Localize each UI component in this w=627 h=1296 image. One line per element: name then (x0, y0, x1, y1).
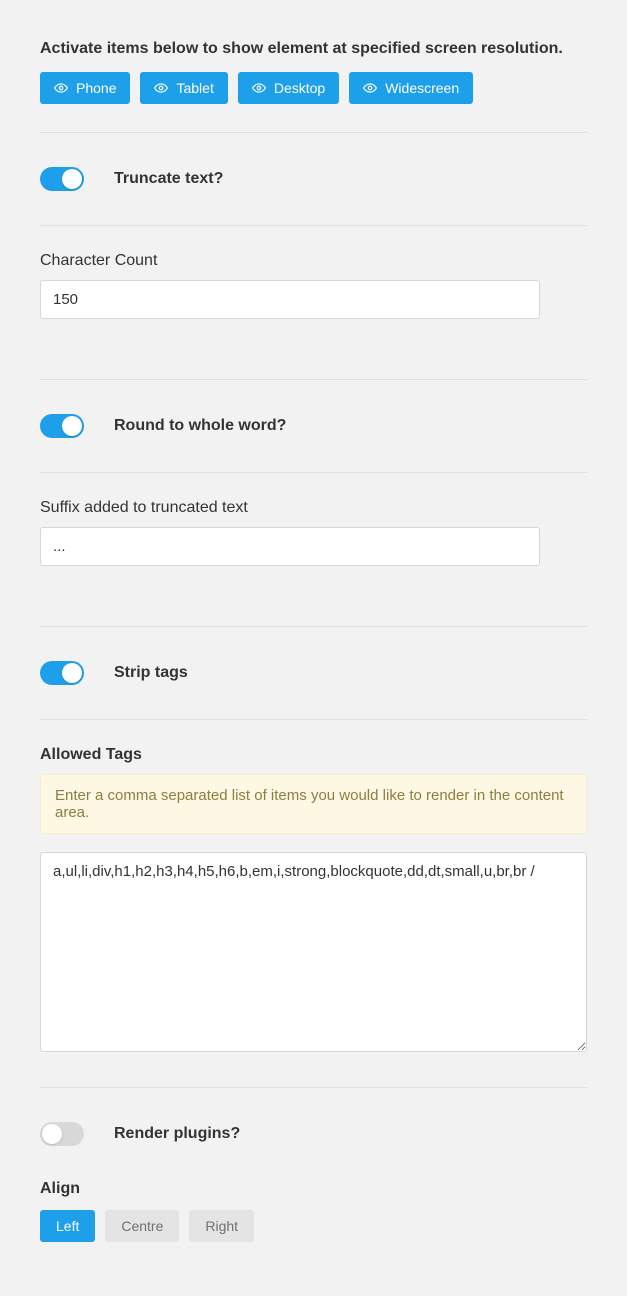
allowed-tags-textarea[interactable] (40, 852, 587, 1052)
align-centre-button[interactable]: Centre (105, 1210, 179, 1242)
round-word-toggle-label: Round to whole word? (114, 417, 286, 435)
character-count-input[interactable] (40, 280, 540, 319)
render-plugins-toggle-label: Render plugins? (114, 1125, 240, 1143)
eye-icon (154, 81, 168, 95)
truncate-toggle-label: Truncate text? (114, 170, 223, 188)
suffix-field: Suffix added to truncated text (40, 499, 587, 566)
instruction-heading: Activate items below to show element at … (40, 40, 587, 58)
strip-tags-toggle-label: Strip tags (114, 664, 188, 682)
render-plugins-toggle-row: Render plugins? (40, 1088, 587, 1180)
align-field: Align Left Centre Right (40, 1180, 587, 1242)
divider (40, 225, 587, 226)
suffix-label: Suffix added to truncated text (40, 499, 587, 517)
widescreen-button[interactable]: Widescreen (349, 72, 473, 104)
strip-tags-toggle-row: Strip tags (40, 627, 587, 719)
eye-icon (252, 81, 266, 95)
align-label: Align (40, 1180, 587, 1198)
round-word-toggle[interactable] (40, 414, 84, 438)
eye-icon (54, 81, 68, 95)
divider (40, 719, 587, 720)
tablet-button[interactable]: Tablet (140, 72, 227, 104)
truncate-toggle-row: Truncate text? (40, 133, 587, 225)
round-word-toggle-row: Round to whole word? (40, 380, 587, 472)
suffix-input[interactable] (40, 527, 540, 566)
phone-button[interactable]: Phone (40, 72, 130, 104)
character-count-field: Character Count (40, 252, 587, 319)
divider (40, 472, 587, 473)
truncate-toggle[interactable] (40, 167, 84, 191)
allowed-tags-field: Allowed Tags Enter a comma separated lis… (40, 746, 587, 1057)
render-plugins-toggle[interactable] (40, 1122, 84, 1146)
strip-tags-toggle[interactable] (40, 661, 84, 685)
allowed-tags-hint: Enter a comma separated list of items yo… (40, 774, 587, 834)
align-options: Left Centre Right (40, 1210, 587, 1242)
desktop-button[interactable]: Desktop (238, 72, 339, 104)
button-label: Widescreen (385, 80, 459, 96)
button-label: Desktop (274, 80, 325, 96)
align-right-button[interactable]: Right (189, 1210, 254, 1242)
character-count-label: Character Count (40, 252, 587, 270)
eye-icon (363, 81, 377, 95)
allowed-tags-label: Allowed Tags (40, 746, 587, 764)
resolution-button-row: Phone Tablet Desktop Widescreen (40, 72, 587, 104)
button-label: Phone (76, 80, 116, 96)
button-label: Tablet (176, 80, 213, 96)
align-left-button[interactable]: Left (40, 1210, 95, 1242)
